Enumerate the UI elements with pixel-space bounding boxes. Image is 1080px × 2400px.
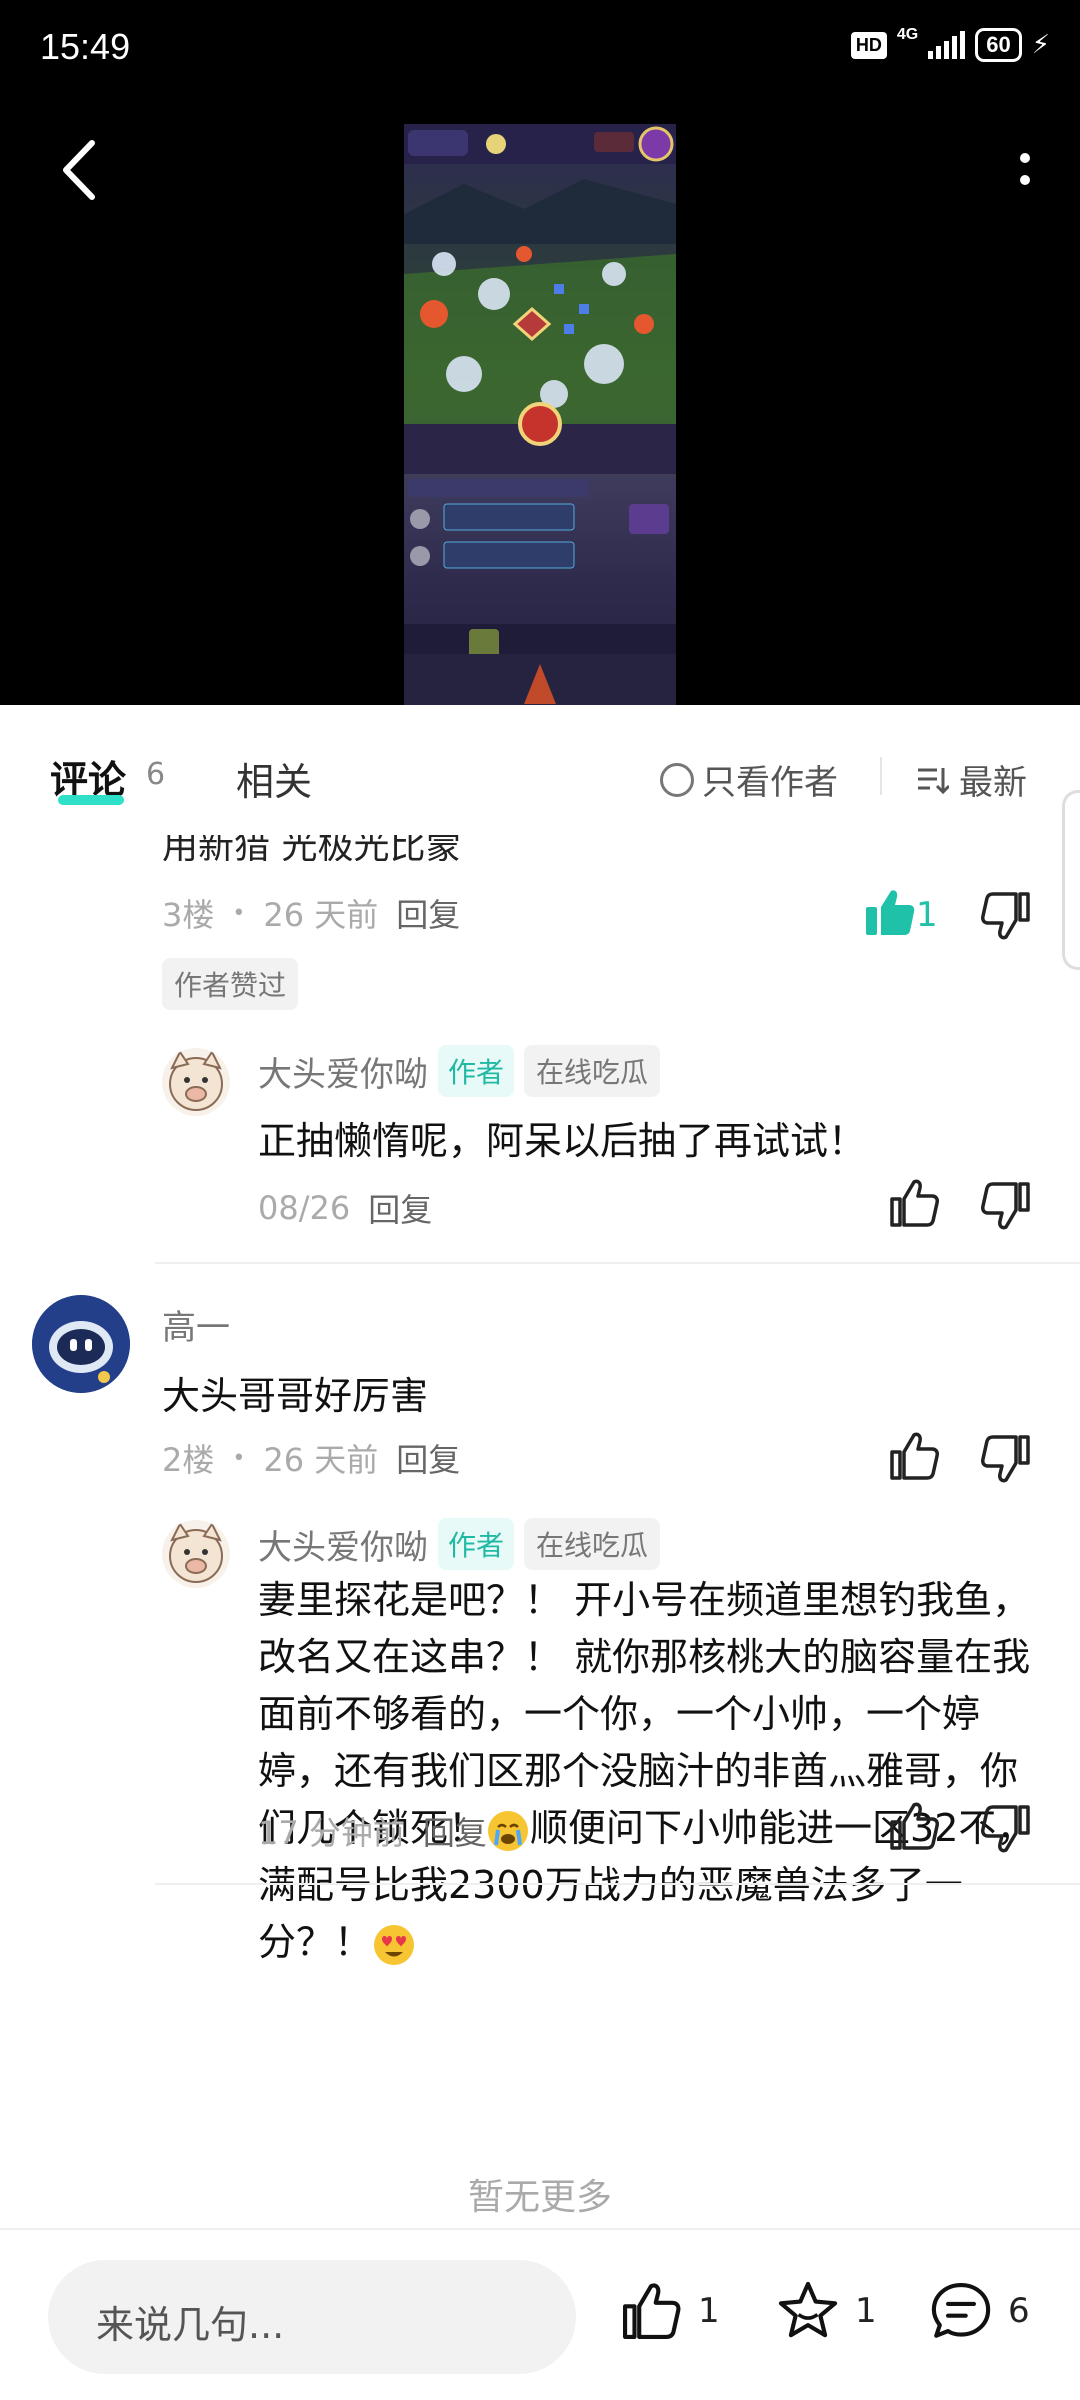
favorite-count: 1 [855,2291,877,2331]
username[interactable]: 大头爱你呦 [258,1520,428,1569]
star-icon [778,2281,838,2338]
thumbs-up-icon [890,1802,939,1850]
author-only-toggle[interactable]: 只看作者 [660,755,838,804]
thumbs-down-icon [981,1182,1030,1230]
reply-user-line: 大头爱你呦 作者 在线吃瓜 [258,1045,661,1097]
reply-button[interactable]: 回复 [396,1435,460,1481]
user-title-tag: 在线吃瓜 [524,1518,661,1570]
sort-icon [918,767,949,794]
crying-emoji-icon [488,1810,529,1851]
network-type: 4G [896,26,919,43]
thumbs-up-icon [890,1179,939,1227]
thumbs-down-icon [981,892,1030,940]
comment-meta: 3楼 • 26 天前 回复 [162,890,460,936]
dislike-button[interactable] [978,1801,1034,1857]
author-liked-badge: 作者赞过 [162,958,299,1010]
no-more-label: 暂无更多 [467,2177,612,2218]
dislike-button[interactable] [978,1431,1034,1487]
reply-meta: 17 分钟前 回复 [258,1808,487,1854]
radio-icon [660,762,694,797]
comment-divider [155,1883,1080,1885]
side-drawer-handle[interactable] [1062,790,1080,970]
status-bar: 15:49 HD 4G 60 ⚡ [0,0,1080,100]
author-tag: 作者 [438,1518,515,1570]
video-area: 15:49 HD 4G 60 ⚡ [0,0,1080,705]
reply-text: 妻里探花是吧？！ 开小号在频道里想钓我鱼，改名又在这串？！ 就你那核桃大的脑容量… [258,1572,1048,1971]
thumbs-down-icon [981,1435,1030,1483]
battery-icon: 60 [975,28,1022,62]
like-button[interactable] [886,1798,942,1854]
dislike-button[interactable] [978,888,1034,944]
tab-active-indicator [58,795,124,805]
avatar[interactable] [32,1295,130,1393]
status-icons: HD 4G 60 ⚡ [850,26,1050,62]
status-time: 15:49 [40,26,131,67]
like-post-count: 1 [698,2291,720,2331]
comment-bubble-icon [931,2283,991,2338]
like-button[interactable] [886,1175,942,1231]
thumbs-down-icon [981,1805,1030,1853]
bottom-action-bar: 来说几句... 1 1 6 [0,2228,1080,2400]
user-title-tag: 在线吃瓜 [524,1045,661,1097]
reply-user-line: 大头爱你呦 作者 在线吃瓜 [258,1518,661,1570]
comment-input-placeholder: 来说几句... [96,2303,285,2347]
comments-button[interactable]: 6 [928,2278,1030,2344]
comment-tabs: 评论 6 相关 只看作者 最新 [0,705,1080,815]
robot-avatar-icon [32,1295,130,1393]
more-dots-icon [1020,153,1030,185]
comments-total-count: 6 [1008,2291,1030,2331]
favorite-button[interactable]: 1 [775,2278,877,2344]
charging-icon: ⚡ [1031,30,1050,60]
more-options-button[interactable] [1010,145,1040,195]
avatar[interactable] [162,1520,230,1588]
username[interactable]: 高一 [162,1300,230,1349]
heart-eyes-emoji-icon [374,1924,415,1965]
sort-button[interactable]: 最新 [915,755,1027,804]
tab-related[interactable]: 相关 [236,751,312,806]
dislike-button[interactable] [978,1178,1034,1234]
signal-icon [928,31,966,59]
like-post-button[interactable]: 1 [618,2278,720,2344]
username[interactable]: 大头爱你呦 [258,1047,428,1096]
comment-divider [155,1262,1080,1264]
pig-avatar-icon [169,1522,223,1583]
reply-button[interactable]: 回复 [396,890,460,936]
reply-button[interactable]: 回复 [423,1808,487,1854]
like-button[interactable] [886,1428,942,1484]
author-tag: 作者 [438,1045,515,1097]
floor-label: 2楼 [162,1441,215,1479]
reply-text: 正抽懒惰呢，阿呆以后抽了再试试！ [258,1119,867,1163]
floor-label: 3楼 [162,896,215,934]
game-screenshot-image [404,124,676,705]
comment-text: 大头哥哥好厉害 [162,1374,429,1418]
comment-meta: 2楼 • 26 天前 回复 [162,1435,460,1481]
comment-text: 用新猎 光极光比蒙 [162,835,462,861]
tab-divider [880,757,882,795]
reply-button[interactable]: 回复 [368,1185,432,1231]
like-button[interactable] [862,885,918,941]
comment-time: 26 天前 [263,1441,379,1479]
avatar[interactable] [162,1048,230,1116]
comment-input[interactable]: 来说几句... [48,2260,576,2374]
pig-avatar-icon [169,1050,223,1111]
thumbs-up-filled-icon [866,890,915,935]
reply-time: 17 分钟前 [258,1814,405,1852]
sort-label: 最新 [959,763,1027,803]
comments-count: 6 [146,757,166,792]
thumbs-up-icon [890,1432,939,1480]
back-button[interactable] [50,135,110,205]
like-count: 1 [916,895,938,935]
reply-time: 08/26 [258,1189,351,1227]
author-only-label: 只看作者 [702,763,838,803]
back-arrow-icon [63,140,95,200]
hd-icon: HD [850,31,887,59]
video-thumbnail[interactable] [404,124,676,705]
thumbs-up-icon [623,2283,681,2339]
comment-time: 26 天前 [263,896,379,934]
reply-meta: 08/26 回复 [258,1185,432,1231]
